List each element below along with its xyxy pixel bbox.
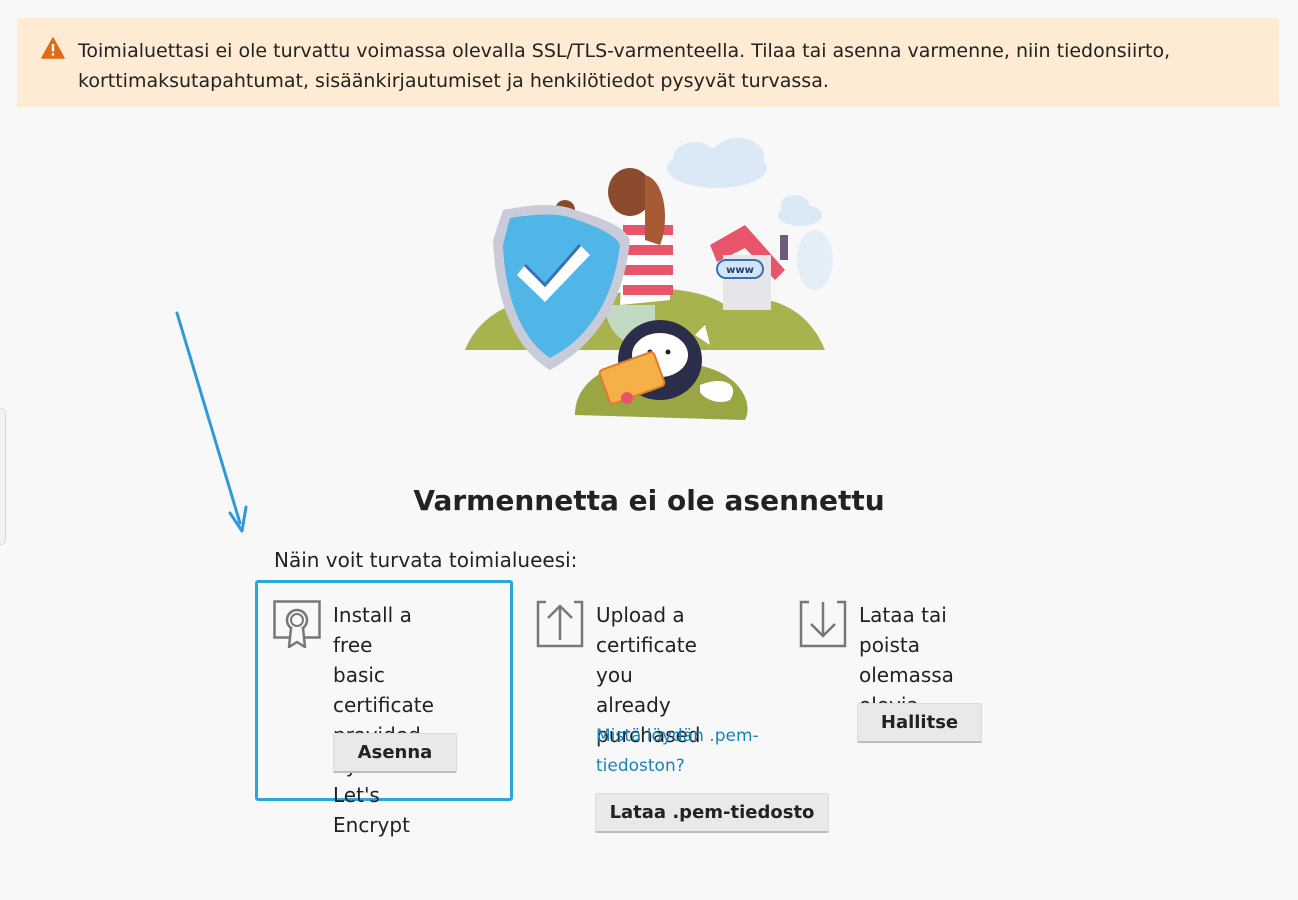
page-title: Varmennetta ei ole asennettu: [413, 484, 885, 517]
warning-text-line1: Toimialuettasi ei ole turvattu voimassa …: [78, 40, 1171, 62]
link-line[interactable]: Mistä löydän .pem-: [596, 721, 759, 751]
manage-button[interactable]: Hallitse: [857, 703, 982, 743]
page-subtitle: Näin voit turvata toimialueesi:: [274, 548, 578, 572]
option-text-line: already: [596, 693, 671, 717]
warning-icon: [41, 37, 65, 68]
certificate-icon: [273, 600, 321, 652]
download-icon: [799, 600, 847, 652]
option-text-line: basic certificate: [333, 663, 434, 717]
install-button[interactable]: Asenna: [333, 733, 457, 773]
pem-help-link[interactable]: Mistä löydän .pem- tiedoston?: [596, 721, 759, 781]
upload-pem-button[interactable]: Lataa .pem-tiedosto: [595, 793, 829, 833]
option-text-line: Upload a: [596, 603, 685, 627]
option-text-line: certificate you: [596, 633, 697, 687]
link-line[interactable]: tiedoston?: [596, 751, 759, 781]
security-illustration: www: [455, 130, 840, 434]
www-sign: www: [726, 265, 754, 276]
side-panel-handle[interactable]: [0, 408, 6, 545]
ssl-warning-banner: Toimialuettasi ei ole turvattu voimassa …: [17, 18, 1279, 107]
option-lets-encrypt-text: Install a free basic certificate provide…: [333, 600, 434, 840]
option-text-line: Let's Encrypt: [333, 783, 410, 837]
house-drawing: www: [710, 225, 788, 310]
upload-icon: [536, 600, 584, 652]
option-text-line: Install a free: [333, 603, 412, 657]
warning-text-line2: korttimaksutapahtumat, sisäänkirjautumis…: [78, 70, 829, 92]
option-text-line: Lataa tai poista: [859, 603, 947, 657]
